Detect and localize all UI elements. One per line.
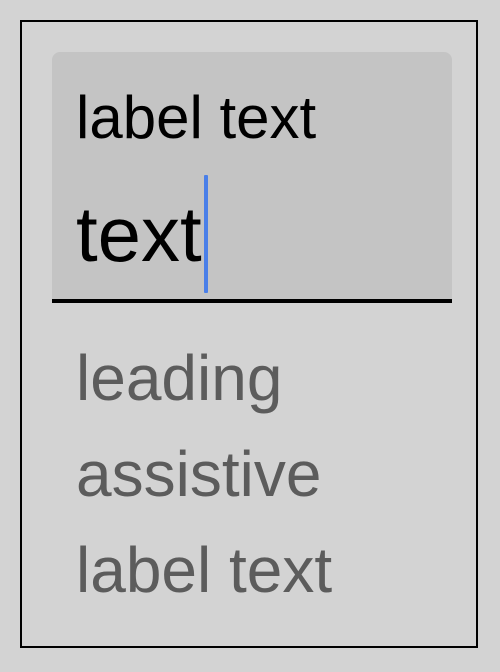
assistive-text: leading assistive label text bbox=[76, 342, 333, 606]
component-frame: label text text leading assistive label … bbox=[20, 20, 478, 648]
floating-label: label text bbox=[76, 84, 317, 151]
text-input[interactable]: text bbox=[76, 175, 208, 293]
input-value[interactable]: text bbox=[76, 184, 202, 284]
text-cursor bbox=[203, 175, 208, 293]
filled-text-field[interactable]: label text text bbox=[52, 52, 452, 302]
active-indicator-line bbox=[52, 299, 452, 303]
